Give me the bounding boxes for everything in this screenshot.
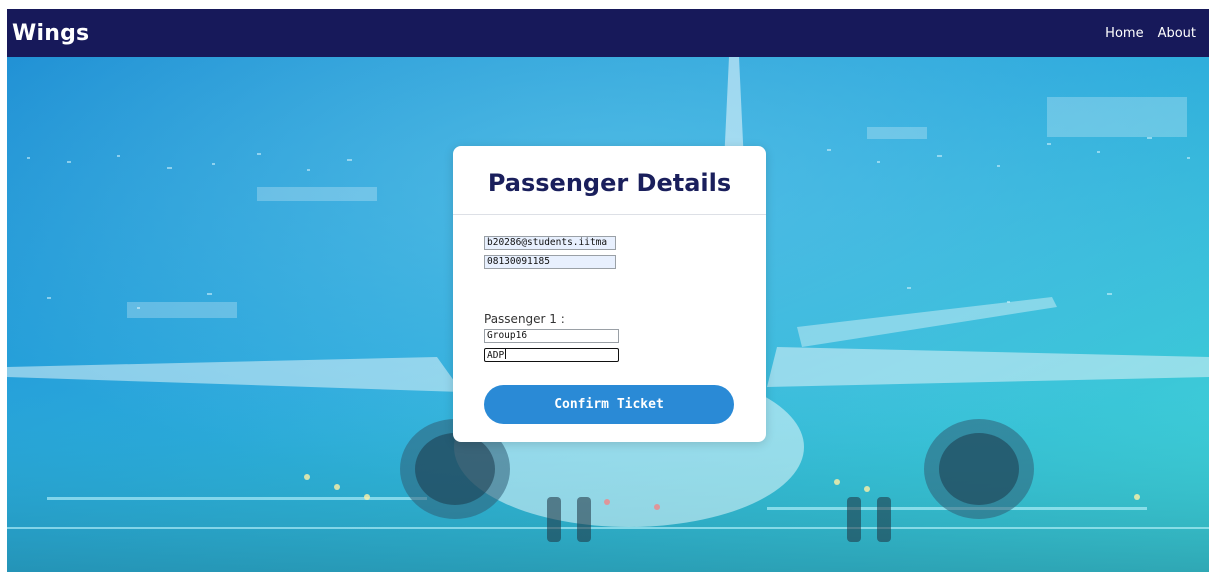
- passenger-name-field[interactable]: Group16: [484, 329, 619, 343]
- nav-link-home[interactable]: Home: [1105, 26, 1143, 42]
- phone-field[interactable]: 08130091185: [484, 255, 616, 269]
- text-caret: [505, 349, 507, 359]
- card-title: Passenger Details: [487, 169, 732, 197]
- navbar: Wings Home About: [7, 9, 1209, 57]
- browser-viewport: Wings Home About Passenger Details b2028…: [7, 9, 1209, 572]
- nav-links: Home About: [1105, 26, 1196, 42]
- confirm-ticket-button[interactable]: Confirm Ticket: [484, 385, 734, 424]
- passenger-label: Passenger 1 :: [484, 312, 565, 326]
- email-field[interactable]: b20286@students.iitma: [484, 236, 616, 250]
- passenger-details-card: Passenger Details b20286@students.iitma …: [453, 146, 766, 442]
- card-divider: [453, 214, 766, 215]
- passenger-detail-field[interactable]: ADP: [484, 348, 619, 362]
- brand-logo[interactable]: Wings: [12, 22, 89, 46]
- nav-link-about[interactable]: About: [1158, 26, 1196, 42]
- page: Wings Home About Passenger Details b2028…: [0, 0, 1209, 572]
- passenger-detail-value: ADP: [487, 350, 505, 361]
